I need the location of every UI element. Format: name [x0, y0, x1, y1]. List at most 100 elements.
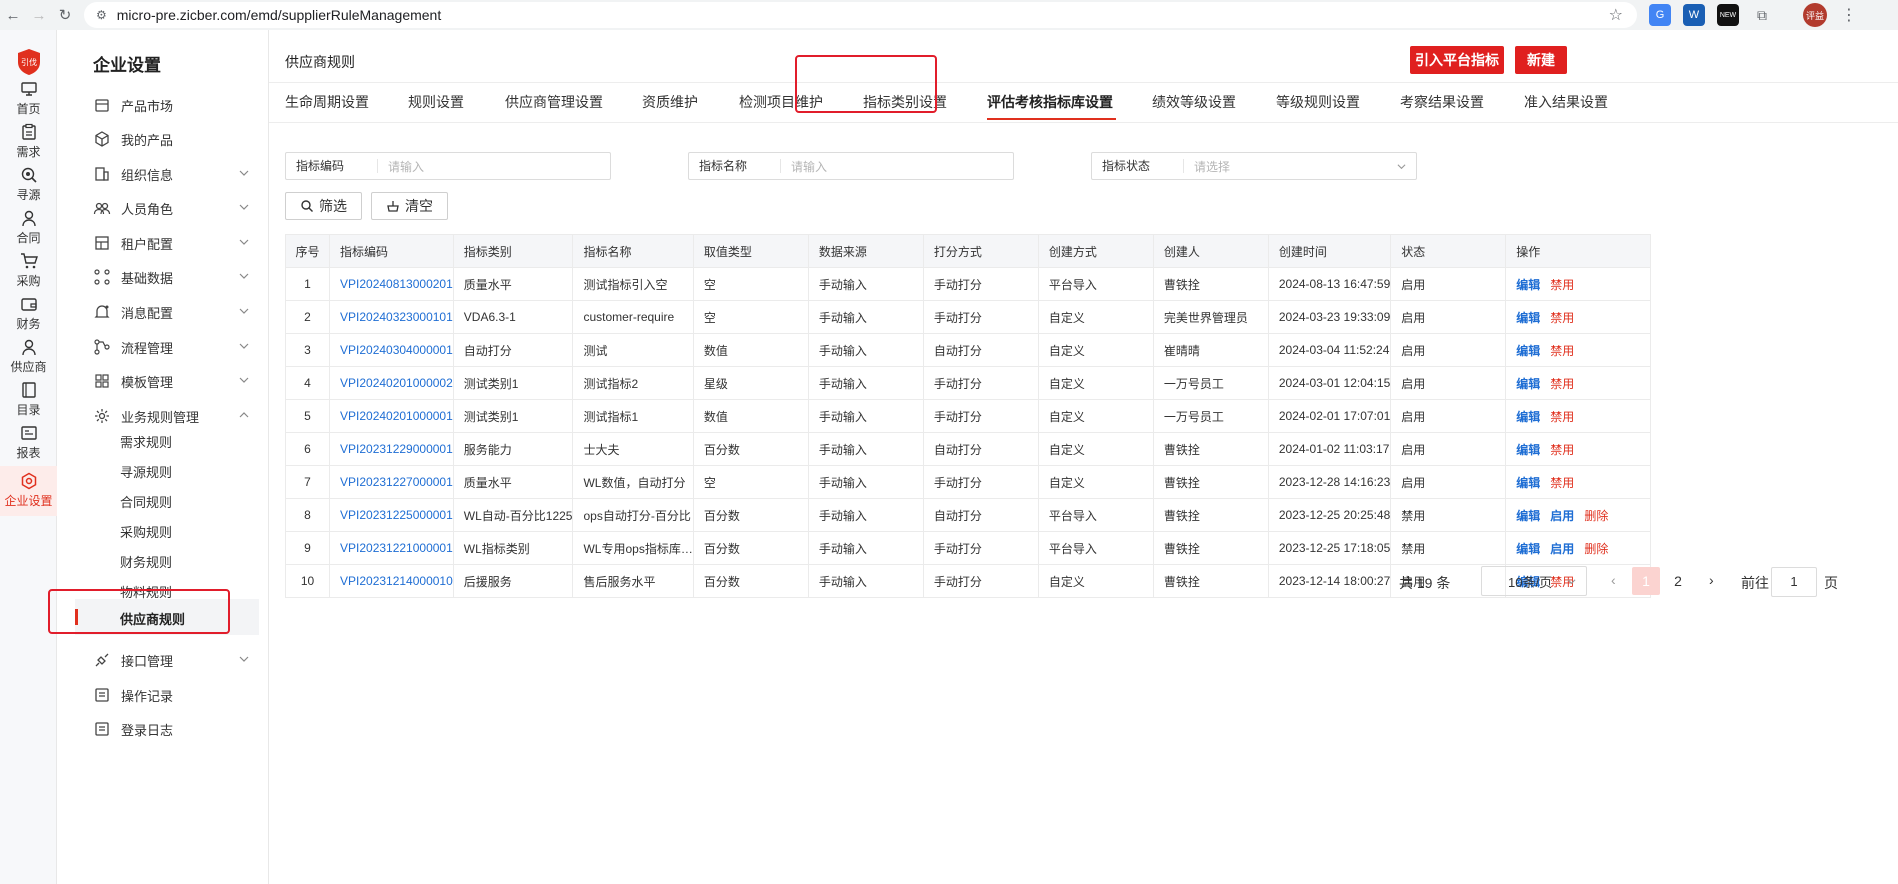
- site-settings-icon[interactable]: ⚙: [96, 8, 107, 22]
- chevron-up-icon[interactable]: [239, 410, 249, 420]
- goto-page-input[interactable]: 1: [1771, 567, 1817, 597]
- page-size-select[interactable]: 10条/页: [1481, 566, 1587, 596]
- menu-item-message-config[interactable]: 消息配置: [57, 295, 269, 329]
- disable-action[interactable]: 禁用: [1550, 311, 1574, 325]
- edit-action[interactable]: 编辑: [1516, 476, 1540, 490]
- cell-creator: 曹铁拴: [1152, 498, 1269, 532]
- new-button[interactable]: 新建: [1515, 46, 1567, 74]
- sub-item-sourcing-rules[interactable]: 寻源规则: [120, 462, 172, 481]
- cell-create-mode: 平台导入: [1037, 531, 1154, 565]
- import-platform-indicator-button[interactable]: 引入平台指标: [1410, 46, 1504, 74]
- tab-qualification[interactable]: 资质维护: [642, 92, 698, 112]
- disable-action[interactable]: 禁用: [1550, 377, 1574, 391]
- delete-action[interactable]: 删除: [1584, 542, 1608, 556]
- tab-performance-grade[interactable]: 绩效等级设置: [1152, 92, 1236, 112]
- indicator-code-link[interactable]: VPI20231229000001: [329, 432, 454, 466]
- chevron-down-icon[interactable]: [239, 375, 249, 385]
- chevron-down-icon[interactable]: [239, 271, 249, 281]
- chevron-down-icon[interactable]: [239, 168, 249, 178]
- sub-item-purchase-rules[interactable]: 采购规则: [120, 522, 172, 541]
- sub-item-contract-rules[interactable]: 合同规则: [120, 492, 172, 511]
- disable-action[interactable]: 禁用: [1550, 278, 1574, 292]
- delete-action[interactable]: 删除: [1584, 509, 1608, 523]
- page-1-button[interactable]: 1: [1632, 567, 1660, 595]
- tab-inspection-result[interactable]: 考察结果设置: [1400, 92, 1484, 112]
- indicator-code-link[interactable]: VPI20240813000201: [329, 267, 454, 301]
- indicator-code-filter[interactable]: 指标编码 请输入: [285, 152, 611, 180]
- indicator-code-link[interactable]: VPI20231225000001: [329, 498, 454, 532]
- indicator-code-link[interactable]: VPI20240201000002: [329, 366, 454, 400]
- indicator-code-link[interactable]: VPI20240201000001: [329, 399, 454, 433]
- chevron-down-icon[interactable]: [239, 306, 249, 316]
- tab-admission-result[interactable]: 准入结果设置: [1524, 92, 1608, 112]
- tab-evaluation-indicator-library[interactable]: 评估考核指标库设置: [987, 92, 1113, 112]
- edit-action[interactable]: 编辑: [1516, 278, 1540, 292]
- indicator-code-link[interactable]: VPI20231221000001: [329, 531, 454, 565]
- tab-rule-settings[interactable]: 规则设置: [408, 92, 464, 112]
- menu-item-org-info[interactable]: 组织信息: [57, 157, 269, 191]
- forward-icon[interactable]: →: [26, 2, 52, 28]
- edit-action[interactable]: 编辑: [1516, 443, 1540, 457]
- menu-item-product-market[interactable]: 产品市场: [57, 88, 269, 122]
- indicator-code-link[interactable]: VPI20231227000001: [329, 465, 454, 499]
- cell-name: WL专用ops指标库…: [572, 531, 694, 565]
- cell-value-type: 数值: [692, 333, 809, 367]
- word-extension-icon[interactable]: W: [1683, 4, 1705, 26]
- menu-item-my-products[interactable]: 我的产品: [57, 122, 269, 156]
- menu-item-flow-management[interactable]: 流程管理: [57, 330, 269, 364]
- enable-action[interactable]: 启用: [1550, 509, 1574, 523]
- rail-item-enterprise-settings[interactable]: 企业设置: [0, 466, 57, 516]
- clear-button[interactable]: 清空: [371, 192, 448, 220]
- cell-name: customer-require: [572, 300, 694, 334]
- back-icon[interactable]: ←: [0, 2, 26, 28]
- menu-item-business-rules[interactable]: 业务规则管理: [57, 399, 269, 433]
- edit-action[interactable]: 编辑: [1516, 542, 1540, 556]
- menu-item-tenant-config[interactable]: 租户配置: [57, 226, 269, 260]
- indicator-code-link[interactable]: VPI20240323000101: [329, 300, 454, 334]
- indicator-code-input[interactable]: 请输入: [378, 158, 424, 175]
- chevron-down-icon[interactable]: [239, 654, 249, 664]
- enable-action[interactable]: 启用: [1550, 542, 1574, 556]
- next-page-button[interactable]: ›: [1709, 572, 1714, 588]
- sub-item-demand-rules[interactable]: 需求规则: [120, 432, 172, 451]
- filter-button[interactable]: 筛选: [285, 192, 362, 220]
- menu-item-operation-log[interactable]: 操作记录: [57, 678, 269, 712]
- disable-action[interactable]: 禁用: [1550, 443, 1574, 457]
- menu-item-template-management[interactable]: 模板管理: [57, 364, 269, 398]
- indicator-name-input[interactable]: 请输入: [781, 158, 827, 175]
- translate-extension-icon[interactable]: G: [1649, 4, 1671, 26]
- edit-action[interactable]: 编辑: [1516, 377, 1540, 391]
- chevron-down-icon[interactable]: [239, 341, 249, 351]
- menu-item-login-log[interactable]: 登录日志: [57, 712, 269, 746]
- disable-action[interactable]: 禁用: [1550, 344, 1574, 358]
- edit-action[interactable]: 编辑: [1516, 509, 1540, 523]
- tab-lifecycle[interactable]: 生命周期设置: [285, 92, 369, 112]
- sub-item-finance-rules[interactable]: 财务规则: [120, 552, 172, 571]
- address-bar[interactable]: ⚙ micro-pre.zicber.com/emd/supplierRuleM…: [84, 2, 1637, 28]
- page-2-button[interactable]: 2: [1664, 567, 1692, 595]
- chevron-down-icon[interactable]: [239, 237, 249, 247]
- reload-icon[interactable]: ↻: [52, 2, 78, 28]
- profile-avatar[interactable]: 评益: [1803, 3, 1827, 27]
- indicator-status-select[interactable]: 请选择: [1184, 158, 1230, 175]
- edit-action[interactable]: 编辑: [1516, 410, 1540, 424]
- browser-menu-icon[interactable]: ⋮: [1841, 5, 1857, 25]
- indicator-status-filter[interactable]: 指标状态 请选择: [1091, 152, 1417, 180]
- indicator-name-filter[interactable]: 指标名称 请输入: [688, 152, 1014, 180]
- extensions-puzzle-icon[interactable]: ⧉: [1751, 4, 1773, 26]
- chevron-down-icon[interactable]: [239, 202, 249, 212]
- menu-item-roles[interactable]: 人员角色: [57, 191, 269, 225]
- indicator-code-link[interactable]: VPI20231214000010: [329, 564, 454, 598]
- edit-action[interactable]: 编辑: [1516, 344, 1540, 358]
- disable-action[interactable]: 禁用: [1550, 476, 1574, 490]
- menu-item-basic-data[interactable]: 基础数据: [57, 260, 269, 294]
- tab-supplier-management[interactable]: 供应商管理设置: [505, 92, 603, 112]
- tab-grade-rules[interactable]: 等级规则设置: [1276, 92, 1360, 112]
- new-extension-icon[interactable]: NEW: [1717, 4, 1739, 26]
- menu-item-interface-management[interactable]: 接口管理: [57, 643, 269, 677]
- disable-action[interactable]: 禁用: [1550, 410, 1574, 424]
- prev-page-button[interactable]: ‹: [1611, 572, 1616, 588]
- edit-action[interactable]: 编辑: [1516, 311, 1540, 325]
- bookmark-star-icon[interactable]: ☆: [1609, 5, 1623, 25]
- indicator-code-link[interactable]: VPI20240304000001: [329, 333, 454, 367]
